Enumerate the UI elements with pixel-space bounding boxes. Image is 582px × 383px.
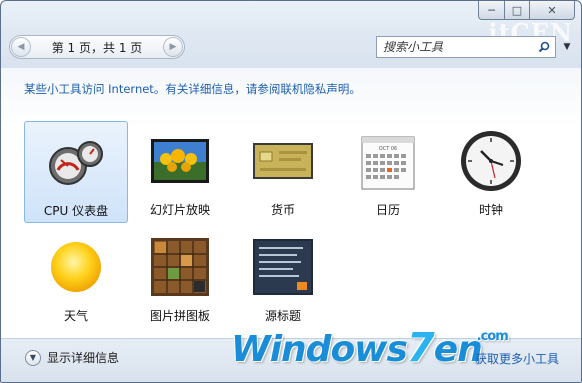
- gadget-tile-feed-headlines[interactable]: 源标题: [231, 227, 335, 329]
- gadgets-window: ─ □ ✕ itCEN ◀ 第 1 页，共 1 页 ▶ ▼ 某些小工具访问 In…: [0, 0, 582, 383]
- gadget-tile-weather[interactable]: 天气: [24, 227, 128, 329]
- slideshow-icon: [151, 139, 209, 183]
- feed-headlines-icon: [253, 239, 313, 295]
- calendar-icon: OCT 06: [361, 136, 415, 190]
- footer-bar: ▼ 显示详细信息 Windows7en .com 获取更多小工具: [1, 325, 581, 382]
- chevron-left-icon[interactable]: ◀: [11, 37, 31, 57]
- gadget-label: 天气: [63, 309, 88, 323]
- chevron-down-icon[interactable]: ▼: [25, 349, 41, 366]
- gadget-label: CPU 仪表盘: [43, 204, 109, 218]
- gadget-tile-picture-puzzle[interactable]: 图片拼图板: [128, 227, 232, 329]
- page-navigator: ◀ 第 1 页，共 1 页 ▶: [9, 35, 185, 59]
- details-label[interactable]: 显示详细信息: [47, 349, 119, 366]
- gadget-label: 图片拼图板: [149, 309, 210, 323]
- gadget-tile-clock[interactable]: 时钟: [439, 121, 543, 223]
- privacy-notice-link[interactable]: 某些小工具访问 Internet。有关详细信息，请参阅联机隐私声明。: [24, 81, 361, 97]
- gadget-tile-currency[interactable]: 货币: [231, 121, 335, 223]
- search-box[interactable]: [376, 36, 556, 58]
- picture-puzzle-icon: [151, 238, 209, 296]
- cpu-meter-icon: [49, 141, 103, 185]
- clock-icon: [461, 131, 521, 191]
- weather-icon: [51, 242, 101, 292]
- gadget-label: 幻灯片放映: [149, 203, 210, 217]
- calendar-month-text: OCT 06: [379, 146, 397, 152]
- gadget-gallery: 某些小工具访问 Internet。有关详细信息，请参阅联机隐私声明。 CPU 仪…: [1, 68, 581, 338]
- search-input[interactable]: [377, 39, 533, 55]
- gadget-tile-calendar[interactable]: OCT 06 日历: [336, 121, 440, 223]
- gadget-tile-slideshow[interactable]: 幻灯片放映: [128, 121, 232, 223]
- page-info: 第 1 页，共 1 页: [51, 40, 143, 55]
- gadget-label: 货币: [270, 203, 295, 217]
- brand-watermark: Windows7en .com: [231, 325, 509, 371]
- search-icon[interactable]: [533, 38, 555, 57]
- gadget-label: 源标题: [264, 309, 301, 323]
- currency-icon: [253, 143, 313, 179]
- show-details-toggle[interactable]: ▼ 显示详细信息: [25, 349, 119, 366]
- get-more-gadgets-link[interactable]: 获取更多小工具: [475, 350, 559, 367]
- gadget-label: 时钟: [478, 203, 503, 217]
- chevron-right-icon[interactable]: ▶: [163, 37, 183, 57]
- gadget-tile-cpu[interactable]: CPU 仪表盘: [24, 121, 128, 223]
- gadget-label: 日历: [375, 203, 400, 217]
- chevron-down-icon[interactable]: ▼: [559, 39, 575, 55]
